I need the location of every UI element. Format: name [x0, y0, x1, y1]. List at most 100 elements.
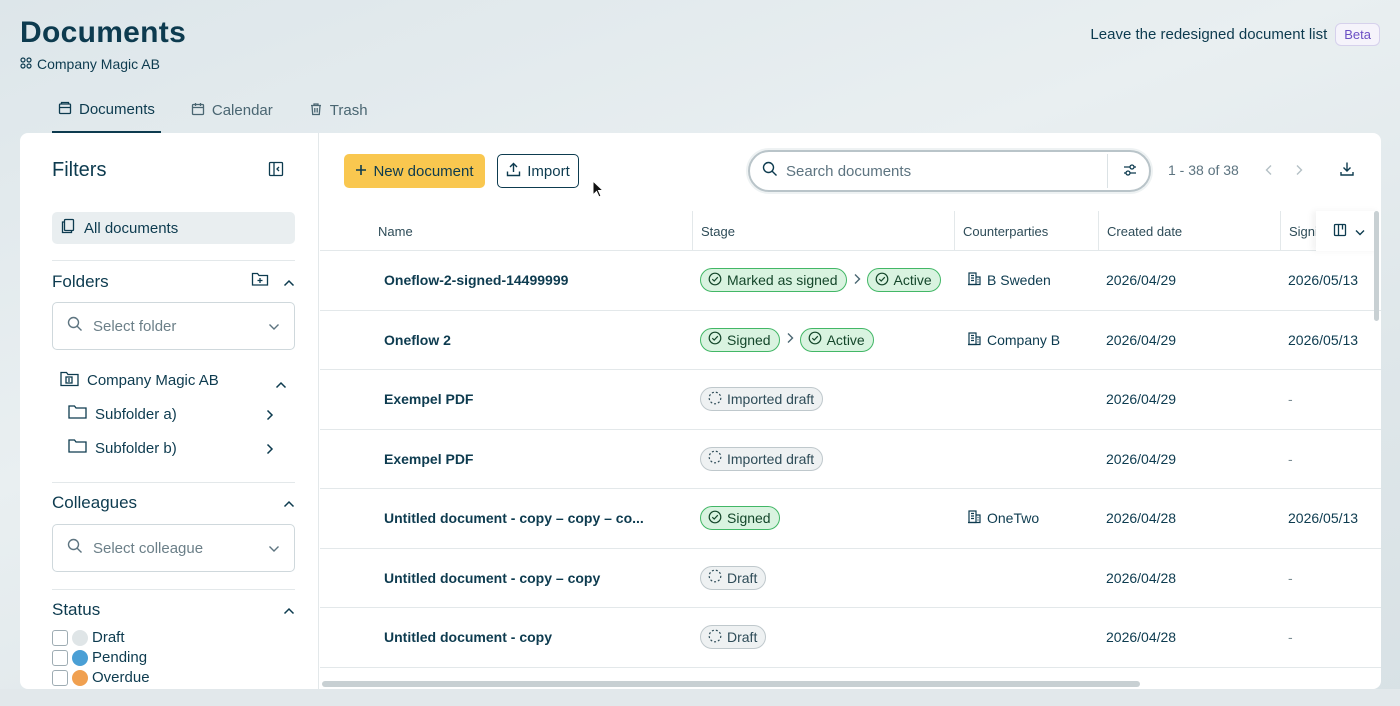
collapse-sidebar-icon[interactable] — [268, 161, 286, 179]
chevron-down-icon — [268, 318, 280, 335]
stage-badge: Imported draft — [700, 387, 824, 412]
trash-icon — [309, 102, 323, 120]
signed-date: 2026/05/13 — [1288, 510, 1359, 527]
add-folder-icon[interactable] — [251, 271, 269, 292]
document-name[interactable]: Untitled document - copy – copy — [384, 549, 649, 608]
chevron-right-icon[interactable] — [266, 442, 274, 460]
status-filter-overdue[interactable]: Overdue — [52, 669, 150, 686]
stage-badge: Active — [799, 327, 874, 352]
search-input[interactable] — [786, 162, 1086, 180]
column-header-signed-date[interactable]: Signi — [1280, 211, 1318, 251]
chevron-right-icon[interactable] — [266, 408, 274, 426]
status-filter-pending[interactable]: Pending — [52, 649, 147, 666]
status-label: Pending — [92, 649, 148, 666]
table-row[interactable]: Exempel PDF Imported draft 2026/04/29 - — [320, 430, 1381, 489]
document-name[interactable]: Untitled document - copy – copy – co... — [384, 489, 649, 548]
previous-page-icon[interactable] — [1265, 163, 1273, 181]
building-icon — [967, 331, 982, 349]
new-document-label: New document — [373, 162, 474, 180]
table-row[interactable]: Oneflow-2-signed-14499999 Marked as signe… — [320, 251, 1381, 311]
import-button[interactable]: Import — [497, 154, 579, 188]
search-bar — [748, 150, 1151, 192]
column-header-name[interactable]: Name — [370, 211, 413, 251]
table-row[interactable]: Oneflow 2 Signed Active Company B 2026/04/29… — [320, 311, 1381, 370]
leave-redesign-link[interactable]: Leave the redesigned document list — [1090, 26, 1327, 43]
dashed-circle-icon — [708, 391, 722, 408]
table-row[interactable]: Untitled document - copy Draft 2026/04/28 - — [320, 608, 1381, 668]
status-checkbox[interactable] — [52, 669, 68, 686]
dashed-circle-icon — [708, 450, 722, 467]
subfolder-item[interactable]: Subfolder a) — [68, 404, 177, 424]
tab-trash[interactable]: Trash — [303, 88, 374, 133]
mouse-cursor-icon — [592, 179, 605, 203]
counterparty-name: Company B — [987, 331, 1061, 348]
company-selector[interactable]: Company Magic AB — [20, 56, 186, 72]
collapse-folders-icon[interactable] — [283, 272, 295, 292]
created-date: 2026/04/29 — [1106, 391, 1177, 408]
status-label: Overdue — [92, 669, 150, 686]
horizontal-scrollbar[interactable] — [322, 681, 1140, 687]
company-name: Company Magic AB — [37, 56, 160, 72]
check-circle-icon — [708, 331, 722, 348]
copy-documents-icon — [60, 218, 76, 238]
dashed-circle-icon — [708, 629, 722, 646]
new-document-button[interactable]: New document — [344, 154, 485, 188]
table-row[interactable]: Untitled document - copy – copy Draft 2026… — [320, 549, 1381, 608]
column-header-counterparties[interactable]: Counterparties — [954, 211, 1048, 251]
column-header-stage[interactable]: Stage — [692, 211, 735, 251]
folder-select[interactable]: Select folder — [52, 302, 295, 350]
next-page-icon[interactable] — [1295, 163, 1303, 181]
document-name[interactable]: Exempel PDF — [384, 430, 649, 489]
subfolder-item[interactable]: Subfolder b) — [68, 438, 177, 458]
stage-label: Marked as signed — [727, 272, 838, 289]
filter-settings-icon[interactable] — [1122, 162, 1138, 183]
created-date: 2026/04/29 — [1106, 272, 1177, 289]
status-filter-draft[interactable]: Draft — [52, 629, 125, 646]
collapse-root-folder-icon[interactable] — [275, 376, 287, 394]
created-date: 2026/04/29 — [1106, 450, 1177, 467]
status-checkbox[interactable] — [52, 649, 68, 666]
download-icon[interactable] — [1339, 161, 1355, 182]
column-settings-button[interactable] — [1316, 211, 1381, 251]
status-color-dot — [72, 649, 88, 666]
tab-calendar[interactable]: Calendar — [185, 88, 279, 133]
stage-label: Draft — [727, 569, 758, 586]
chevron-down-icon — [268, 540, 280, 557]
stage-label: Imported draft — [727, 450, 815, 467]
colleague-select-placeholder: Select colleague — [93, 539, 204, 557]
table-row[interactable]: Untitled document - copy – copy – co... S… — [320, 489, 1381, 549]
tab-label: Documents — [79, 101, 155, 118]
plus-icon — [355, 163, 367, 180]
document-name[interactable]: Oneflow-2-signed-14499999 — [384, 251, 649, 310]
status-section-header: Status — [52, 600, 295, 620]
stage-badge: Draft — [700, 565, 767, 590]
tab-documents[interactable]: Documents — [52, 88, 161, 133]
status-checkbox[interactable] — [52, 629, 68, 646]
collapse-colleagues-icon[interactable] — [283, 493, 295, 513]
stage-cell: Marked as signed Active — [700, 251, 941, 310]
stage-badge: Signed — [700, 327, 780, 352]
stage-cell: Draft — [700, 549, 767, 608]
document-name[interactable]: Oneflow 2 — [384, 311, 649, 370]
signed-date: - — [1288, 450, 1293, 467]
check-circle-icon — [708, 272, 722, 289]
beta-badge: Beta — [1335, 23, 1380, 46]
page-title: Documents — [20, 16, 187, 49]
search-icon — [67, 538, 83, 558]
all-documents-label: All documents — [84, 219, 179, 237]
document-name[interactable]: Exempel PDF — [384, 370, 649, 429]
folder-root[interactable]: Company Magic AB — [60, 370, 219, 391]
table-row[interactable]: Exempel PDF Imported draft 2026/04/29 - — [320, 370, 1381, 430]
signed-date: - — [1288, 569, 1293, 586]
column-header-created-date[interactable]: Created date — [1098, 211, 1182, 251]
document-name[interactable]: Untitled document - copy — [384, 608, 649, 667]
vertical-scrollbar[interactable] — [1374, 211, 1379, 321]
folder-icon — [68, 438, 87, 458]
collapse-status-icon[interactable] — [283, 600, 295, 620]
colleague-select[interactable]: Select colleague — [52, 524, 295, 572]
all-documents-filter[interactable]: All documents — [52, 212, 295, 244]
search-icon — [67, 316, 83, 336]
filters-sidebar: Filters All documents Folders Select fol… — [20, 133, 319, 689]
chevron-right-icon — [786, 332, 794, 347]
tab-label: Calendar — [211, 102, 273, 119]
